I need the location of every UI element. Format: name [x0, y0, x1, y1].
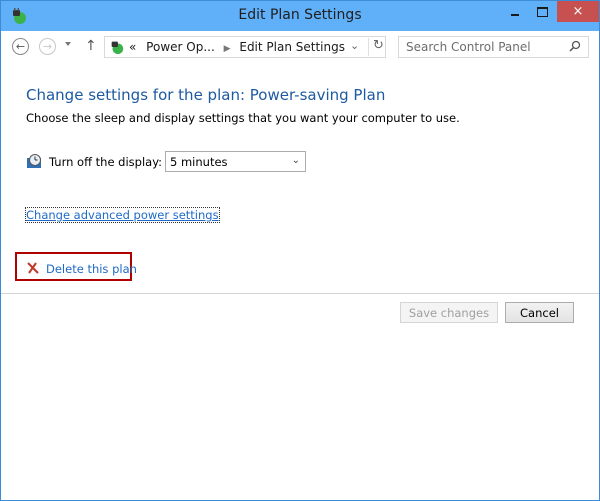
save-changes-button[interactable]: Save changes: [400, 302, 498, 323]
delete-x-icon: [27, 262, 39, 274]
turn-off-display-select[interactable]: 5 minutes ⌄: [165, 151, 306, 172]
power-options-icon: [111, 41, 124, 55]
breadcrumb-edit-plan-settings[interactable]: Edit Plan Settings: [239, 40, 345, 54]
page-title: Change settings for the plan: Power-savi…: [26, 86, 386, 104]
breadcrumb-separator-icon[interactable]: ▶: [224, 44, 231, 54]
cancel-button[interactable]: Cancel: [505, 302, 574, 323]
title-bar: Edit Plan Settings ×: [1, 1, 599, 31]
breadcrumb-overflow[interactable]: «: [129, 40, 136, 54]
breadcrumb: « Power Op... ▶ Edit Plan Settings: [129, 40, 345, 54]
address-dropdown-icon[interactable]: ⌄: [350, 39, 359, 52]
forward-button[interactable]: →: [39, 38, 56, 55]
breadcrumb-power-options[interactable]: Power Op...: [146, 40, 215, 54]
delete-this-plan-link[interactable]: Delete this plan: [46, 262, 137, 276]
maximize-button[interactable]: [528, 1, 556, 22]
forward-arrow-icon: →: [42, 40, 53, 53]
main-content: Change settings for the plan: Power-savi…: [1, 65, 599, 500]
edit-plan-settings-window: Edit Plan Settings × ← → ↑ « Power Op...…: [0, 0, 600, 501]
chevron-down-icon: ⌄: [291, 155, 300, 166]
back-button[interactable]: ←: [12, 38, 29, 55]
change-advanced-power-settings-link[interactable]: Change advanced power settings: [25, 207, 220, 223]
maximize-icon: [536, 6, 548, 17]
recent-locations-dropdown[interactable]: [65, 42, 71, 46]
back-arrow-icon: ←: [15, 40, 26, 53]
minimize-icon: [511, 13, 519, 16]
search-icon: [569, 40, 581, 52]
turn-off-display-label: Turn off the display:: [49, 155, 163, 169]
navigation-bar: ← → ↑ « Power Op... ▶ Edit Plan Settings…: [1, 31, 599, 65]
close-icon: ×: [572, 4, 584, 19]
page-description: Choose the sleep and display settings th…: [26, 111, 460, 125]
refresh-button[interactable]: ↻: [368, 38, 384, 56]
address-bar[interactable]: « Power Op... ▶ Edit Plan Settings ⌄ ↻: [104, 36, 386, 58]
turn-off-display-value: 5 minutes: [170, 155, 228, 169]
display-clock-icon: [27, 154, 41, 168]
footer-divider: [1, 293, 599, 294]
search-placeholder: Search Control Panel: [406, 40, 531, 54]
minimize-button[interactable]: [501, 1, 529, 22]
search-input[interactable]: Search Control Panel: [398, 36, 589, 58]
up-button[interactable]: ↑: [85, 38, 97, 54]
close-button[interactable]: ×: [557, 1, 599, 22]
